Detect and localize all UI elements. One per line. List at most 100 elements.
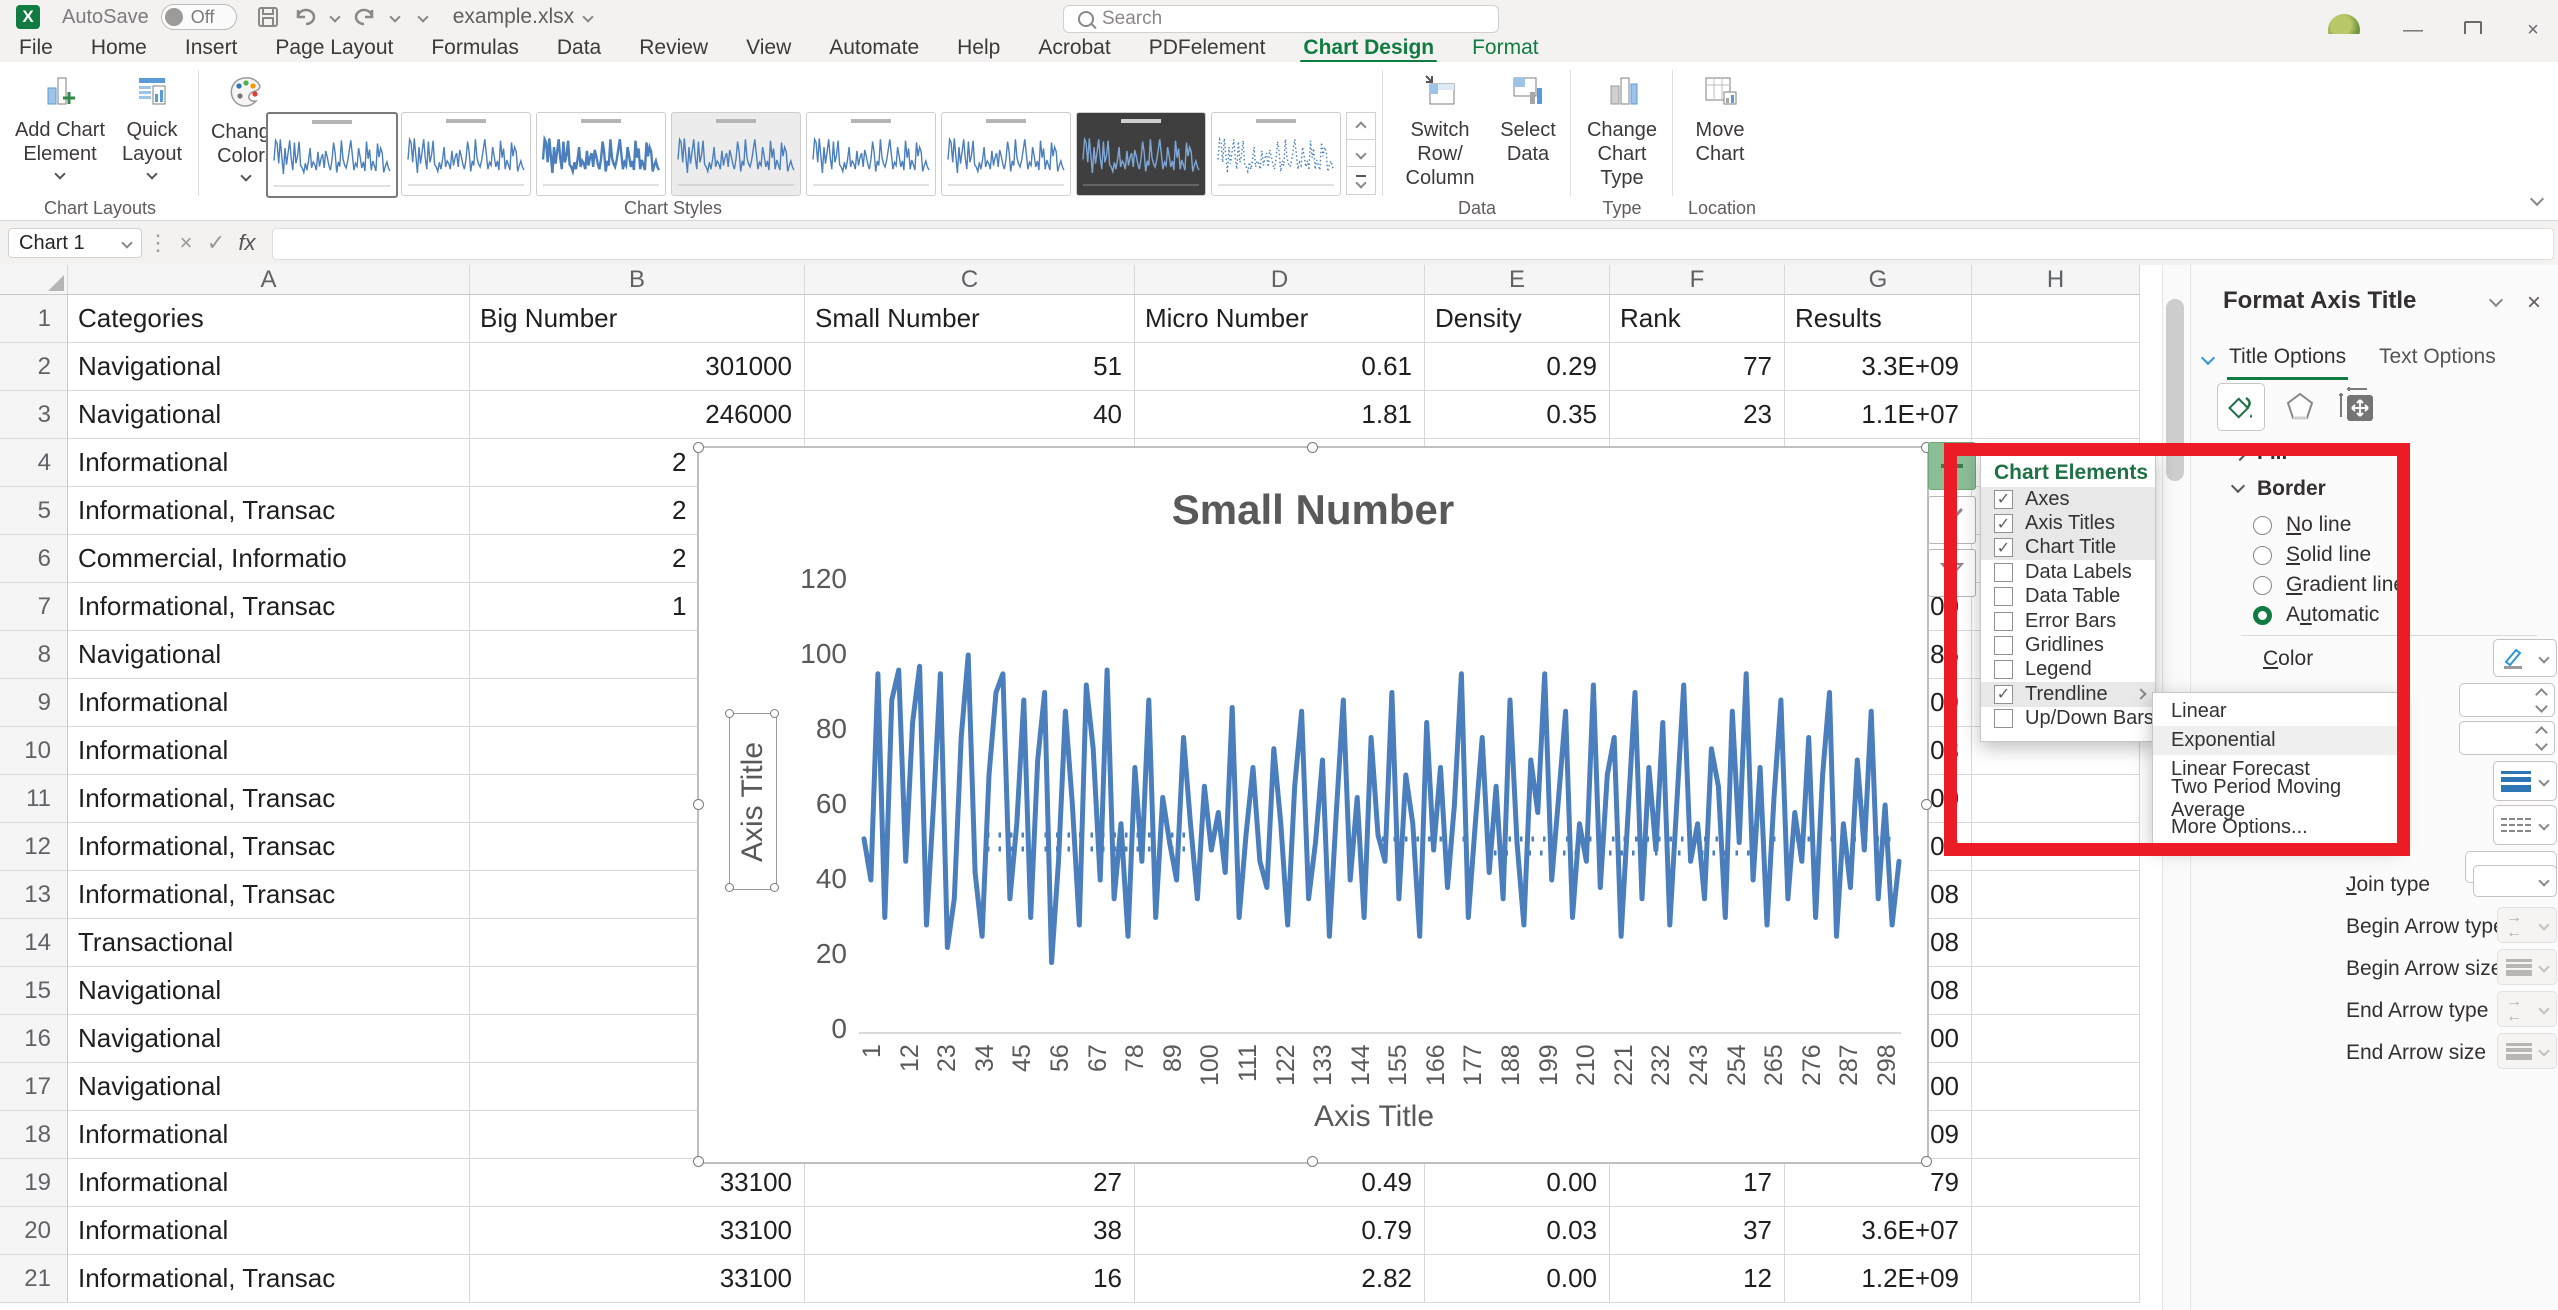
cell-G19[interactable]: 79 [1785,1159,1972,1207]
radio-circle[interactable] [2253,516,2272,535]
width-spinner[interactable] [2459,721,2555,755]
column-header-D[interactable]: D [1135,265,1425,295]
menu-item-axes[interactable]: ✓Axes [1981,487,2155,511]
chart-style-thumbnail[interactable] [941,112,1071,196]
row-header-20[interactable]: 20 [0,1207,68,1255]
cell-E20[interactable]: 0.03 [1425,1207,1610,1255]
checkbox-unchecked[interactable] [1994,612,2013,631]
fill-line-icon[interactable] [2217,383,2265,431]
cell-A2[interactable]: Navigational [68,343,470,391]
section-chevron-icon[interactable] [2201,351,2215,365]
row-header-5[interactable]: 5 [0,487,68,535]
cell-A7[interactable]: Informational, Transac [68,583,470,631]
add-chart-element-button[interactable]: Add Chart Element [14,74,106,178]
gallery-scroll-up[interactable] [1346,112,1376,141]
tab-file[interactable]: File [0,34,72,62]
tab-format[interactable]: Format [1453,34,1558,62]
tab-acrobat[interactable]: Acrobat [1019,34,1129,62]
cell-E19[interactable]: 0.00 [1425,1159,1610,1207]
switch-row-column-button[interactable]: Switch Row/ Column [1392,74,1488,190]
tab-text-options[interactable]: Text Options [2379,345,2496,369]
chart-styles-button[interactable] [1928,496,1976,544]
chart-style-thumbnail[interactable] [401,112,531,196]
cell-H14[interactable] [1972,919,2140,967]
dash-type-button[interactable] [2493,805,2557,845]
radio-no-line[interactable]: No line [2253,513,2351,537]
checkbox-checked[interactable]: ✓ [1994,685,2013,704]
chart-style-thumbnail[interactable] [806,112,936,196]
checkbox-unchecked[interactable] [1994,660,2013,679]
column-header-H[interactable]: H [1972,265,2140,295]
menu-item-legend[interactable]: Legend [1981,658,2155,682]
radio-circle[interactable] [2253,546,2272,565]
fill-section-label[interactable]: Fill [2257,441,2287,465]
checkbox-checked[interactable]: ✓ [1994,490,2013,509]
select-all-corner[interactable] [0,265,68,295]
row-header-4[interactable]: 4 [0,439,68,487]
chart-selection-handle[interactable] [693,442,704,453]
tab-data[interactable]: Data [538,34,620,62]
cell-D19[interactable]: 0.49 [1135,1159,1425,1207]
tab-review[interactable]: Review [620,34,727,62]
row-header-2[interactable]: 2 [0,343,68,391]
row-header-10[interactable]: 10 [0,727,68,775]
cell-F20[interactable]: 37 [1610,1207,1785,1255]
cell-D3[interactable]: 1.81 [1135,391,1425,439]
tab-help[interactable]: Help [938,34,1019,62]
tab-formulas[interactable]: Formulas [412,34,538,62]
row-header-1[interactable]: 1 [0,295,68,343]
cell-A14[interactable]: Transactional [68,919,470,967]
border-collapse-icon[interactable] [2231,479,2245,493]
cell-H15[interactable] [1972,967,2140,1015]
chart-selection-handle[interactable] [693,799,704,810]
button-end-arrow-type[interactable]: →← [2497,991,2557,1027]
cell-E2[interactable]: 0.29 [1425,343,1610,391]
change-chart-type-button[interactable]: Change Chart Type [1578,74,1666,190]
menu-item-error-bars[interactable]: Error Bars [1981,609,2155,633]
chart-object[interactable]: Small Number Axis Title Axis Title 12010… [697,446,1929,1164]
cell-A13[interactable]: Informational, Transac [68,871,470,919]
cell-D2[interactable]: 0.61 [1135,343,1425,391]
menu-item-gridlines[interactable]: Gridlines [1981,633,2155,657]
cell-F3[interactable]: 23 [1610,391,1785,439]
cell-B1[interactable]: Big Number [470,295,805,343]
color-picker-button[interactable] [2493,639,2557,677]
cell-G3[interactable]: 1.1E+07 [1785,391,1972,439]
checkbox-unchecked[interactable] [1994,587,2013,606]
checkbox-checked[interactable]: ✓ [1994,514,2013,533]
cell-H3[interactable] [1972,391,2140,439]
button-end-arrow-size[interactable] [2497,1033,2557,1069]
cell-H21[interactable] [1972,1255,2140,1303]
row-header-21[interactable]: 21 [0,1255,68,1303]
join-type-dropdown[interactable] [2473,865,2557,897]
cell-A16[interactable]: Navigational [68,1015,470,1063]
redo-dropdown-icon[interactable] [389,11,400,22]
cell-B20[interactable]: 33100 [470,1207,805,1255]
submenu-item-linear[interactable]: Linear [2153,697,2399,726]
tab-view[interactable]: View [727,34,810,62]
document-title[interactable]: example.xlsx [453,5,592,29]
cell-F1[interactable]: Rank [1610,295,1785,343]
cell-A6[interactable]: Commercial, Informatio [68,535,470,583]
column-header-F[interactable]: F [1610,265,1785,295]
row-header-16[interactable]: 16 [0,1015,68,1063]
cell-G1[interactable]: Results [1785,295,1972,343]
cell-A19[interactable]: Informational [68,1159,470,1207]
cell-A5[interactable]: Informational, Transac [68,487,470,535]
move-chart-button[interactable]: Move Chart [1680,74,1760,166]
row-header-19[interactable]: 19 [0,1159,68,1207]
menu-item-axis-titles[interactable]: ✓Axis Titles [1981,511,2155,535]
menu-item-chart-title[interactable]: ✓Chart Title [1981,536,2155,560]
tab-insert[interactable]: Insert [166,34,257,62]
save-icon[interactable] [257,6,279,28]
cell-E1[interactable]: Density [1425,295,1610,343]
radio-solid-line[interactable]: Solid line [2253,543,2371,567]
name-box[interactable]: Chart 1 [8,228,142,258]
cell-A11[interactable]: Informational, Transac [68,775,470,823]
cell-F2[interactable]: 77 [1610,343,1785,391]
chart-style-thumbnail[interactable] [1076,112,1206,196]
cell-C1[interactable]: Small Number [805,295,1135,343]
cell-E21[interactable]: 0.00 [1425,1255,1610,1303]
chart-style-thumbnail[interactable] [1211,112,1341,196]
row-header-12[interactable]: 12 [0,823,68,871]
